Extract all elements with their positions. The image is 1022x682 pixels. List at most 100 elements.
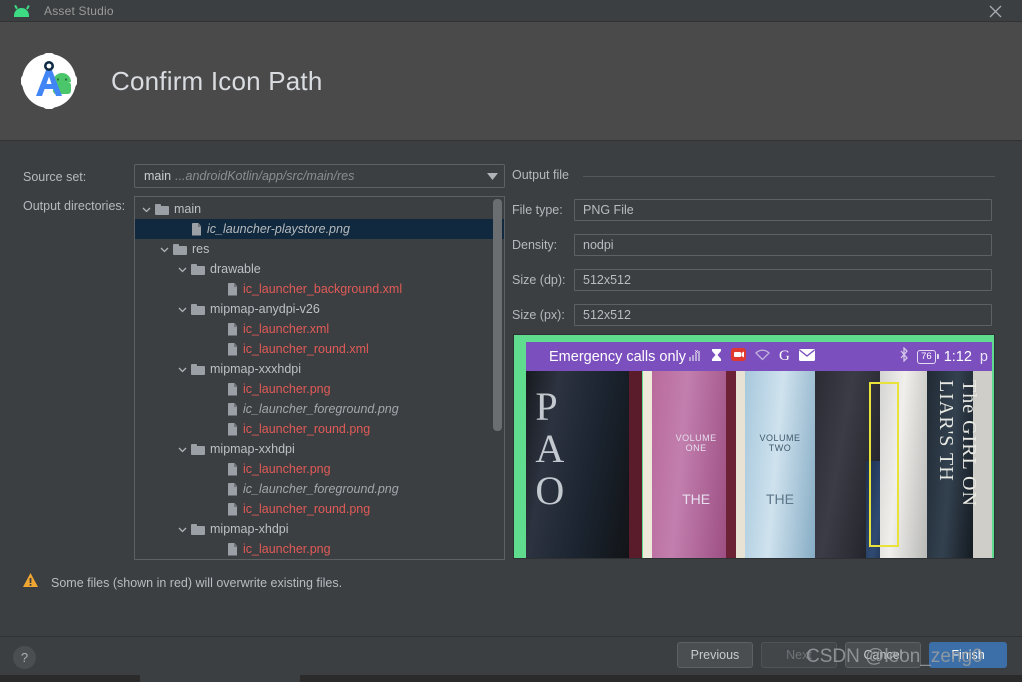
tree-file-row[interactable]: ic_launcher.png: [135, 539, 504, 559]
tree-file-row[interactable]: ic_launcher_foreground.png: [135, 479, 504, 499]
tree-folder-row[interactable]: main: [135, 199, 504, 219]
tree-item-label: drawable: [210, 262, 261, 276]
output-field-value[interactable]: 512x512: [574, 304, 992, 326]
close-icon[interactable]: [980, 0, 1010, 22]
tree-file-row[interactable]: ic_launcher_round.png: [135, 419, 504, 439]
tree-item-label: ic_launcher.xml: [243, 322, 330, 336]
chevron-down-icon[interactable]: [159, 244, 170, 255]
svg-text:×: ×: [695, 349, 699, 356]
tree-item-label: ic_launcher_round.png: [243, 502, 371, 516]
android-studio-asset-icon: [17, 49, 81, 113]
screen-record-icon: [731, 348, 746, 365]
tree-item-label: ic_launcher_round.png: [243, 422, 371, 436]
preview-screenshot: PAO VOLUME ONE THE VOLUME TWO THE The GIRL…: [526, 342, 992, 558]
tree-file-row[interactable]: ic_launcher.png: [135, 459, 504, 479]
bookshelf-photo: PAO VOLUME ONE THE VOLUME TWO THE The GIRL…: [526, 371, 992, 558]
source-set-dropdown[interactable]: main ...androidKotlin/app/src/main/res: [134, 164, 505, 188]
folder-icon: [155, 203, 169, 215]
tree-folder-row[interactable]: mipmap-xhdpi: [135, 519, 504, 539]
chevron-down-icon[interactable]: [177, 304, 188, 315]
tree-item-label: mipmap-anydpi-v26: [210, 302, 320, 316]
tree-item-label: ic_launcher.png: [243, 382, 331, 396]
tree-item-label: res: [192, 242, 210, 256]
preview-status-right: 76 1:12 p: [899, 342, 988, 371]
chevron-down-icon[interactable]: [177, 264, 188, 275]
file-icon: [227, 543, 238, 556]
previous-button[interactable]: Previous: [677, 642, 753, 668]
source-set-value: main: [144, 169, 172, 183]
tree-item-label: mipmap-xhdpi: [210, 522, 289, 536]
output-field-value[interactable]: nodpi: [574, 234, 992, 256]
folder-icon: [191, 443, 205, 455]
tree-item-label: ic_launcher.png: [243, 462, 331, 476]
output-field-value[interactable]: 512x512: [574, 269, 992, 291]
preview-statusbar: Emergency calls only × G 76 1:12 p: [526, 342, 992, 371]
page-title: Confirm Icon Path: [111, 65, 323, 96]
overwrite-warning: Some files (shown in red) will overwrite…: [23, 573, 342, 592]
mail-icon: [798, 348, 815, 365]
warning-text: Some files (shown in red) will overwrite…: [51, 575, 343, 590]
tree-item-label: ic_launcher_foreground.png: [243, 482, 399, 496]
output-field-label: Size (px):: [512, 308, 565, 322]
file-icon: [227, 383, 238, 396]
output-directories-label: Output directories:: [23, 199, 126, 213]
tree-item-label: mipmap-xxhdpi: [210, 442, 295, 456]
tree-item-label: ic_launcher-playstore.png: [207, 222, 350, 236]
file-icon: [227, 483, 238, 496]
signal-icon: ×: [689, 349, 702, 365]
asset-studio-dialog: Asset Studio Confirm Icon Path Source se…: [0, 0, 1022, 682]
folder-icon: [173, 243, 187, 255]
window-titlebar: Asset Studio: [0, 0, 1022, 22]
tree-folder-row[interactable]: mipmap-xxhdpi: [135, 439, 504, 459]
file-icon: [191, 223, 202, 236]
dialog-header: Confirm Icon Path: [0, 22, 1022, 141]
tree-file-row[interactable]: ic_launcher_round.xml: [135, 339, 504, 359]
wifi-icon: [755, 349, 770, 365]
preview-status-icons: × G: [689, 348, 815, 366]
tree-scrollbar[interactable]: [493, 199, 502, 431]
output-field-label: Size (dp):: [512, 273, 566, 287]
folder-icon: [191, 363, 205, 375]
tree-folder-row[interactable]: mipmap-xxxhdpi: [135, 359, 504, 379]
output-directories-tree[interactable]: main ic_launcher-playstore.pngres drawable…: [134, 196, 505, 560]
next-button: Next: [761, 642, 837, 668]
folder-icon: [191, 523, 205, 535]
tree-folder-row[interactable]: res: [135, 239, 504, 259]
cancel-button[interactable]: Cancel: [845, 642, 921, 668]
bluetooth-icon: [899, 346, 909, 366]
tree-item-label: ic_launcher_foreground.png: [243, 402, 399, 416]
chevron-down-icon[interactable]: [141, 204, 152, 215]
warning-triangle-icon: [23, 573, 38, 592]
preview-clock-suffix: p: [979, 348, 988, 365]
output-field-text: nodpi: [583, 238, 614, 252]
tree-folder-row[interactable]: drawable: [135, 259, 504, 279]
help-button[interactable]: ?: [13, 646, 36, 669]
chevron-down-icon[interactable]: [177, 364, 188, 375]
tree-file-row[interactable]: ic_launcher-playstore.png: [135, 219, 504, 239]
battery-icon: 76: [917, 349, 939, 364]
tree-file-row[interactable]: ic_launcher.xml: [135, 319, 504, 339]
output-field-text: PNG File: [583, 203, 634, 217]
file-icon: [227, 283, 238, 296]
tree-file-row[interactable]: ic_launcher_background.xml: [135, 279, 504, 299]
source-set-path: ...androidKotlin/app/src/main/res: [175, 169, 355, 183]
tree-item-label: main: [174, 202, 202, 216]
output-field-label: File type:: [512, 203, 563, 217]
chevron-down-icon[interactable]: [177, 524, 188, 535]
tree-item-label: ic_launcher_background.xml: [243, 282, 403, 296]
preview-clock: 1:12: [943, 348, 972, 365]
folder-icon: [191, 263, 205, 275]
file-icon: [227, 423, 238, 436]
finish-button[interactable]: Finish: [929, 642, 1007, 668]
tree-file-row[interactable]: ic_launcher_round.png: [135, 499, 504, 519]
tree-item-label: ic_launcher_round.xml: [243, 342, 369, 356]
group-divider: [583, 176, 995, 177]
tree-file-row[interactable]: ic_launcher_foreground.png: [135, 399, 504, 419]
tree-folder-row[interactable]: mipmap-anydpi-v26: [135, 299, 504, 319]
output-field-value[interactable]: PNG File: [574, 199, 992, 221]
output-file-group-label: Output file: [512, 168, 569, 182]
chevron-down-icon: [487, 167, 498, 185]
chevron-down-icon[interactable]: [177, 444, 188, 455]
tree-file-row[interactable]: ic_launcher.png: [135, 379, 504, 399]
hourglass-icon: [711, 348, 722, 366]
